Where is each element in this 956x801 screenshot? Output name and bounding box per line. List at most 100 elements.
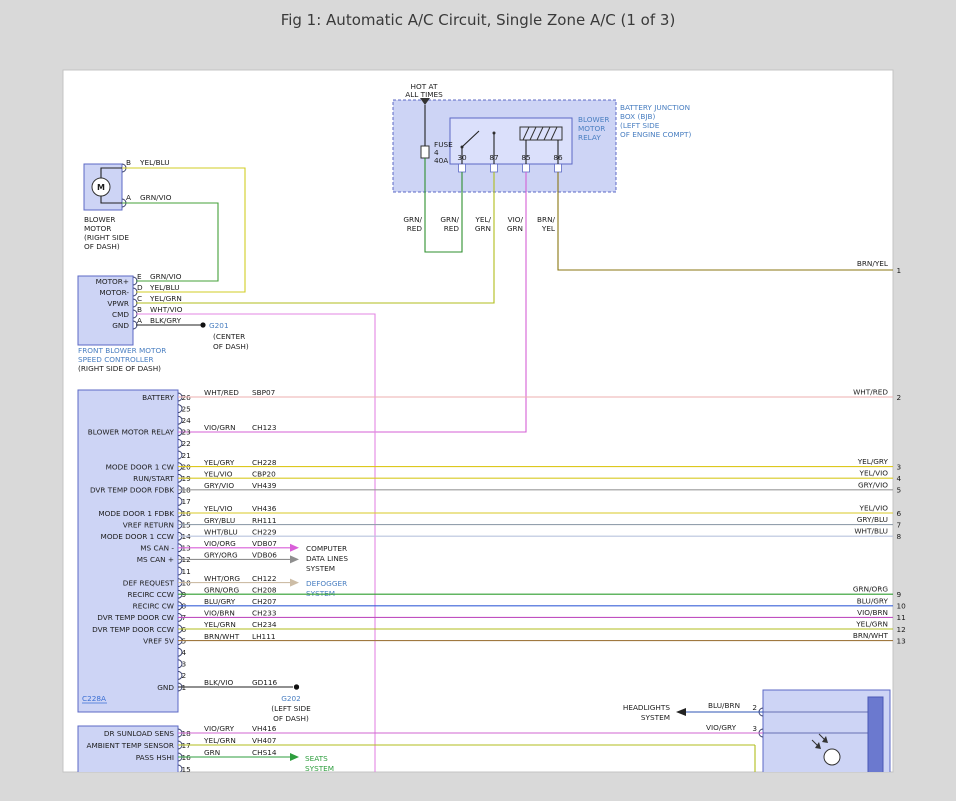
pin-function-label: MOTOR+ <box>96 277 129 286</box>
circuit-number-label: GD116 <box>252 678 278 687</box>
defogger-system-label: SYSTEM <box>306 589 335 598</box>
circuit-number-label: RH111 <box>252 516 277 525</box>
circuit-number-label: VH436 <box>252 504 277 513</box>
circuit-number-label: CH229 <box>252 527 277 536</box>
wire-color-label: GRN/ORG <box>204 585 239 594</box>
wiring-diagram-page: Fig 1: Automatic A/C Circuit, Single Zon… <box>0 0 956 801</box>
off-page-number: 5 <box>897 486 902 495</box>
wire-color-label: BLK/GRY <box>150 316 182 325</box>
off-page-number: 2 <box>897 393 902 402</box>
wire-color-label: YEL/GRY <box>857 457 889 466</box>
wire-color-label: WHT/BLU <box>204 527 238 536</box>
wire-color-label: GRY/ORG <box>204 551 238 560</box>
fuse-rating: 40A <box>434 156 448 165</box>
relay-name: RELAY <box>578 133 601 142</box>
circuit-number-label: CH233 <box>252 609 277 618</box>
off-page-number: 8 <box>897 532 902 541</box>
wire-color-label: BRN/YEL <box>857 259 889 268</box>
wire-color-label: BLK/VIO <box>204 678 233 687</box>
wire-color-label: WHT/RED <box>853 388 888 397</box>
wire-color-label: GRN/VIO <box>150 272 182 281</box>
headlights-system-label: SYSTEM <box>641 713 670 722</box>
blower-motor-label: OF DASH) <box>84 242 120 251</box>
pin-number: 25 <box>182 404 191 413</box>
ground-name: G202 <box>281 694 301 703</box>
pin-number: 22 <box>182 439 191 448</box>
pin-letter: D <box>137 283 143 292</box>
wire-color-label: GRN <box>204 748 220 757</box>
wire-color-label: YEL/VIO <box>859 504 889 513</box>
computer-system-label: SYSTEM <box>306 564 335 573</box>
wire-color-label: GRY/BLU <box>204 516 235 525</box>
terminal-square <box>491 164 498 172</box>
relay-name: MOTOR <box>578 124 605 133</box>
pin-function-label: VPWR <box>107 299 129 308</box>
pin-function-label: GND <box>112 321 129 330</box>
figure-title: Fig 1: Automatic A/C Circuit, Single Zon… <box>281 11 676 29</box>
circuit-number-label: CHS14 <box>252 748 277 757</box>
photo-sensor-icon <box>824 749 840 765</box>
pin-function-label: CMD <box>112 310 129 319</box>
wire-color-label: VIO/ <box>508 215 524 224</box>
speed-controller-location: (RIGHT SIDE OF DASH) <box>78 364 161 373</box>
circuit-number-label: CH122 <box>252 574 277 583</box>
pin-number: 2 <box>752 703 757 712</box>
circuit-number-label: VH407 <box>252 736 277 745</box>
pin-number: 3 <box>752 724 757 733</box>
pin-function-label: RUN/START <box>133 474 174 483</box>
wire-color-label: YEL/BLU <box>139 158 170 167</box>
wire-color-label: YEL/ <box>474 215 491 224</box>
connector-label-link[interactable]: C228A <box>82 694 106 703</box>
off-page-number: 9 <box>897 590 902 599</box>
relay-name: BLOWER <box>578 115 609 124</box>
pin-function-label: BLOWER MOTOR RELAY <box>88 428 175 437</box>
wire-color-label: WHT/BLU <box>854 527 888 536</box>
blower-motor-label: BLOWER <box>84 215 115 224</box>
pin-function-label: PASS HSHI <box>136 753 174 762</box>
computer-system-label: DATA LINES <box>306 554 348 563</box>
circuit-number-label: VDB06 <box>252 551 277 560</box>
motor-letter: M <box>97 183 105 192</box>
ground-name: G201 <box>209 321 229 330</box>
bjb-label: OF ENGINE COMPT) <box>620 130 692 139</box>
pin-function-label: DVR TEMP DOOR CW <box>97 613 174 622</box>
defogger-system-label: DEFOGGER <box>306 579 347 588</box>
ground-location: (CENTER <box>213 332 245 341</box>
wire-color-label: WHT/ORG <box>204 574 240 583</box>
wire-color-label: YEL <box>541 224 556 233</box>
pin-letter: B <box>126 158 131 167</box>
blower-motor-label: MOTOR <box>84 224 111 233</box>
off-page-number: 7 <box>897 520 902 529</box>
wire-color-label: YEL/GRN <box>855 620 888 629</box>
wire-color-label: GRY/VIO <box>858 480 888 489</box>
pin-function-label: MODE DOOR 1 CCW <box>101 532 174 541</box>
circuit-number-label: VH439 <box>252 481 277 490</box>
pin-letter: B <box>137 305 142 314</box>
pin-number: 23 <box>182 428 192 437</box>
circuit-number-label: SBP07 <box>252 388 276 397</box>
terminal-square <box>523 164 530 172</box>
bjb-label: BOX (BJB) <box>620 112 655 121</box>
circuit-number-label: CH207 <box>252 597 277 606</box>
pin-letter: A <box>126 193 131 202</box>
wire-color-label: BRN/WHT <box>204 632 240 641</box>
off-page-number: 1 <box>897 266 902 275</box>
wire-color-label: YEL/VIO <box>203 469 233 478</box>
wiring-diagram: Fig 1: Automatic A/C Circuit, Single Zon… <box>0 0 956 801</box>
pin-number: 4 <box>182 648 187 657</box>
off-page-number: 4 <box>897 474 902 483</box>
wire-color-label: GRN <box>507 224 523 233</box>
bjb-label: (LEFT SIDE <box>620 121 660 130</box>
pin-function-label: RECIRC CW <box>133 602 174 611</box>
wire-color-label: WHT/RED <box>204 388 239 397</box>
wire-color-label: VIO/BRN <box>204 609 235 618</box>
pin-function-label: DEF REQUEST <box>123 578 175 587</box>
circuit-number-label: VDB07 <box>252 539 277 548</box>
all-times-label: ALL TIMES <box>405 90 443 99</box>
pin-function-label: GND <box>157 683 174 692</box>
ground-location: OF DASH) <box>273 714 309 723</box>
wire-color-label: YEL/VIO <box>203 504 233 513</box>
pin-function-label: BATTERY <box>142 393 174 402</box>
ground-icon <box>294 684 299 689</box>
wire-color-label: YEL/BLU <box>149 283 180 292</box>
